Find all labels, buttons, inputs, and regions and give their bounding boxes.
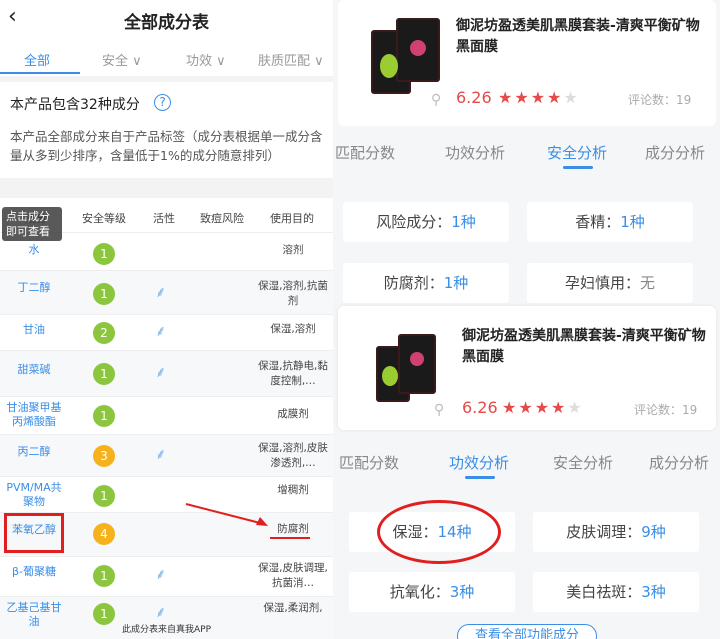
- active-molecule-icon: ⸙: [155, 363, 167, 381]
- table-row[interactable]: 甘油 2 ⸙ 保湿,溶剂: [0, 314, 333, 350]
- safety-level-badge: 2: [93, 322, 115, 344]
- analysis-tabs: 匹配分数 功效分析 安全分析 成分分析: [333, 446, 720, 480]
- tap-hint-tooltip: 点击成分即可查看: [2, 207, 62, 241]
- tab-ingredient-analysis[interactable]: 成分分析: [645, 142, 705, 163]
- tab-match-score[interactable]: 匹配分数: [339, 452, 399, 473]
- source-note: 本产品全部成分来自于产品标签（成分表根据单一成分含量从多到少排序，含量低于1%的…: [10, 129, 323, 163]
- product-title: 御泥坊盈透美肌黑膜套装-清爽平衡矿物黑面膜: [456, 18, 700, 55]
- ingredient-name[interactable]: 甘油聚甲基丙烯酸酯: [2, 401, 66, 429]
- chevron-down-icon: ∨: [216, 54, 226, 69]
- product-score: 6.26: [462, 398, 498, 417]
- col-safety: 安全等级: [82, 212, 126, 225]
- footer-note: 此成分表来自真我APP: [121, 625, 211, 635]
- stat-preservative[interactable]: 防腐剂：1种: [343, 263, 509, 303]
- purpose-text: 溶剂: [282, 244, 304, 256]
- divider: [0, 76, 333, 82]
- stat-antioxidant[interactable]: 抗氧化：3种: [349, 572, 515, 612]
- active-tab-indicator: [0, 72, 80, 74]
- ingredient-name[interactable]: 丁二醇: [2, 281, 66, 295]
- stat-fragrance[interactable]: 香精：1种: [527, 202, 693, 242]
- purpose-text: 保湿,皮肤调理,抗菌消…: [258, 562, 328, 589]
- col-active: 活性: [153, 212, 175, 225]
- product-title: 御泥坊盈透美肌黑膜套装-清爽平衡矿物黑面膜: [462, 328, 706, 365]
- ingredient-list-screen: ‹ 全部成分表 全部 安全 ∨ 功效 ∨ 肤质匹配 ∨ 本产品包含32种成分 ?…: [0, 0, 333, 639]
- tab-safety[interactable]: 安全 ∨: [102, 50, 142, 69]
- stat-whitening[interactable]: 美白祛斑：3种: [533, 572, 699, 612]
- tab-ingredient-analysis[interactable]: 成分分析: [649, 452, 709, 473]
- active-molecule-icon: ⸙: [155, 565, 167, 583]
- safety-level-badge: 1: [93, 405, 115, 427]
- stat-risk-ingredients[interactable]: 风险成分：1种: [343, 202, 509, 242]
- view-all-button[interactable]: 查看全部功能成分: [457, 624, 597, 639]
- tab-safety-analysis[interactable]: 安全分析: [547, 142, 607, 163]
- product-score: 6.26: [456, 88, 492, 107]
- chevron-down-icon: ∨: [132, 54, 142, 69]
- divider: [0, 178, 333, 198]
- purpose-text: 保湿,柔润剂,: [263, 602, 323, 614]
- analysis-tabs: 匹配分数 功效分析 安全分析 成分分析: [333, 136, 720, 170]
- purpose-text: 保湿,溶剂: [270, 323, 316, 335]
- ingredient-name[interactable]: 丙二醇: [2, 445, 66, 459]
- purpose-text: 保湿,溶剂,皮肤渗透剂,…: [258, 442, 328, 469]
- ingredient-count: 本产品包含32种成分: [10, 97, 140, 113]
- safety-level-badge: 1: [93, 565, 115, 587]
- header: ‹ 全部成分表: [0, 0, 333, 38]
- table-row[interactable]: 甜菜碱 1 ⸙ 保湿,抗静电,黏度控制,…: [0, 350, 333, 396]
- rating-stars: ★★★★★: [498, 88, 580, 107]
- search-icon[interactable]: ⚲: [434, 402, 444, 418]
- purpose-text: 保湿,溶剂,抗菌剂: [258, 280, 328, 307]
- safety-level-badge: 1: [93, 485, 115, 507]
- active-molecule-icon: ⸙: [155, 445, 167, 463]
- active-tab-indicator: [563, 166, 593, 169]
- highlight-circle: [377, 500, 501, 564]
- table-row[interactable]: 甘油聚甲基丙烯酸酯 1 成膜剂: [0, 396, 333, 434]
- table-row[interactable]: β-葡聚糖 1 ⸙ 保湿,皮肤调理,抗菌消…: [0, 556, 333, 596]
- safety-level-badge: 1: [93, 363, 115, 385]
- tab-match-score[interactable]: 匹配分数: [335, 142, 395, 163]
- product-analysis-screen: 御泥坊盈透美肌黑膜套装-清爽平衡矿物黑面膜 ⚲ 6.26 ★★★★★ 评论数：1…: [333, 0, 720, 639]
- col-acne: 致痘风险: [200, 212, 244, 225]
- review-count[interactable]: 评论数：19: [628, 91, 691, 108]
- purpose-text: 成膜剂: [277, 408, 309, 420]
- chevron-down-icon: ∨: [314, 54, 324, 69]
- col-purpose: 使用目的: [270, 212, 314, 225]
- ingredient-name[interactable]: 甘油: [2, 323, 66, 337]
- active-molecule-icon: ⸙: [155, 322, 167, 340]
- active-molecule-icon: ⸙: [155, 603, 167, 621]
- purpose-text: 保湿,抗静电,黏度控制,…: [258, 360, 328, 387]
- product-card[interactable]: 御泥坊盈透美肌黑膜套装-清爽平衡矿物黑面膜 ⚲ 6.26 ★★★★★ 评论数：1…: [338, 306, 716, 430]
- review-count[interactable]: 评论数：19: [634, 401, 697, 418]
- ingredient-name[interactable]: PVM/MA共聚物: [2, 481, 66, 509]
- search-icon[interactable]: ⚲: [431, 92, 441, 108]
- ingredient-name[interactable]: β-葡聚糖: [2, 565, 66, 579]
- stat-pregnancy-caution[interactable]: 孕妇慎用：无: [527, 263, 693, 303]
- active-tab-indicator: [465, 476, 495, 479]
- tab-efficacy[interactable]: 功效 ∨: [186, 50, 226, 69]
- ingredient-name[interactable]: 甜菜碱: [2, 363, 66, 377]
- page-title: 全部成分表: [124, 13, 209, 33]
- tab-all[interactable]: 全部: [24, 50, 50, 69]
- safety-level-badge: 3: [93, 445, 115, 467]
- active-molecule-icon: ⸙: [155, 283, 167, 301]
- help-icon[interactable]: ?: [154, 94, 171, 111]
- tab-skin-match[interactable]: 肤质匹配 ∨: [258, 50, 324, 69]
- product-card[interactable]: 御泥坊盈透美肌黑膜套装-清爽平衡矿物黑面膜 ⚲ 6.26 ★★★★★ 评论数：1…: [338, 0, 716, 126]
- annotation-arrow: [185, 503, 268, 526]
- safety-level-badge: 1: [93, 283, 115, 305]
- stat-skin-conditioning[interactable]: 皮肤调理：9种: [533, 512, 699, 552]
- safety-level-badge: 1: [93, 243, 115, 265]
- tab-efficacy-analysis[interactable]: 功效分析: [449, 452, 509, 473]
- rating-stars: ★★★★★: [502, 398, 584, 417]
- tab-efficacy-analysis[interactable]: 功效分析: [445, 142, 505, 163]
- table-row[interactable]: PVM/MA共聚物 1 增稠剂: [0, 476, 333, 512]
- tab-safety-analysis[interactable]: 安全分析: [553, 452, 613, 473]
- table-row[interactable]: 丙二醇 3 ⸙ 保湿,溶剂,皮肤渗透剂,…: [0, 434, 333, 476]
- purpose-text: 增稠剂: [277, 484, 309, 496]
- safety-level-badge: 4: [93, 523, 115, 545]
- ingredient-name[interactable]: 水: [2, 243, 66, 257]
- highlight-underline: [270, 537, 310, 539]
- table-row[interactable]: 丁二醇 1 ⸙ 保湿,溶剂,抗菌剂: [0, 270, 333, 314]
- highlight-box: [4, 513, 64, 553]
